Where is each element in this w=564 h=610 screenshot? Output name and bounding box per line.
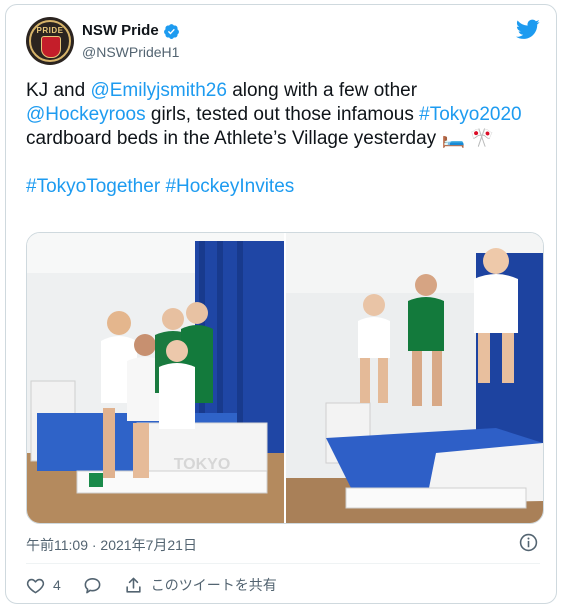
photo-2-illustration <box>286 233 543 523</box>
tweet-text: KJ and @Emilyjsmith26 along with a few o… <box>26 79 526 199</box>
author-handle[interactable]: @NSWPrideH1 <box>82 43 180 61</box>
author-name-text[interactable]: NSW Pride <box>82 21 159 41</box>
tweet-timestamp[interactable]: 午前11:09 · 2021年7月21日 <box>26 535 197 555</box>
hashtag-link[interactable]: #Tokyo2020 <box>419 104 521 125</box>
tweet-text-part: girls, tested out those infamous <box>145 104 420 125</box>
tweet-card[interactable]: PRIDE NSW Pride @NSWPrideH1 KJ and @Emil… <box>5 4 557 604</box>
twitter-bird-icon[interactable] <box>516 17 540 41</box>
media-grid: TOKYO <box>26 232 544 524</box>
shield-icon <box>41 36 61 58</box>
like-count: 4 <box>53 577 61 593</box>
divider <box>26 563 540 564</box>
tweet-text-part: cardboard beds in the Athlete’s Village … <box>26 128 495 149</box>
tweet-hashtags: #TokyoTogether #HockeyInvites <box>26 175 526 199</box>
photo-1-illustration: TOKYO <box>27 233 284 523</box>
share-button[interactable]: このツイートを共有 <box>124 575 277 595</box>
author-block[interactable]: NSW Pride @NSWPrideH1 <box>82 21 180 61</box>
bed-text: TOKYO <box>174 456 231 473</box>
like-button[interactable]: 4 <box>26 576 61 595</box>
mention-link[interactable]: @Emilyjsmith26 <box>90 80 226 101</box>
photo-athletes-on-bed[interactable]: TOKYO <box>27 233 284 523</box>
heart-icon <box>26 578 45 593</box>
hashtag-link[interactable]: #TokyoTogether <box>26 176 160 197</box>
tweet-body: KJ and @Emilyjsmith26 along with a few o… <box>26 79 526 151</box>
share-label: このツイートを共有 <box>150 577 277 593</box>
verified-badge-icon <box>163 23 179 39</box>
tweet-text-part: along with a few other <box>226 80 418 101</box>
avatar[interactable]: PRIDE <box>26 17 74 65</box>
avatar-logo-text: PRIDE <box>36 26 64 35</box>
share-icon <box>126 577 141 593</box>
info-icon[interactable] <box>519 533 538 552</box>
photo-athletes-jumping[interactable] <box>286 233 543 523</box>
action-bar: 4 このツイートを共有 <box>26 571 299 599</box>
reply-button[interactable] <box>83 576 102 595</box>
tweet-text-part: KJ and <box>26 80 91 101</box>
hashtag-link[interactable]: #HockeyInvites <box>165 176 294 197</box>
author-display-name[interactable]: NSW Pride <box>82 21 180 41</box>
reply-bubble-icon <box>84 577 101 593</box>
mention-link[interactable]: @Hockeyroos <box>26 104 146 125</box>
